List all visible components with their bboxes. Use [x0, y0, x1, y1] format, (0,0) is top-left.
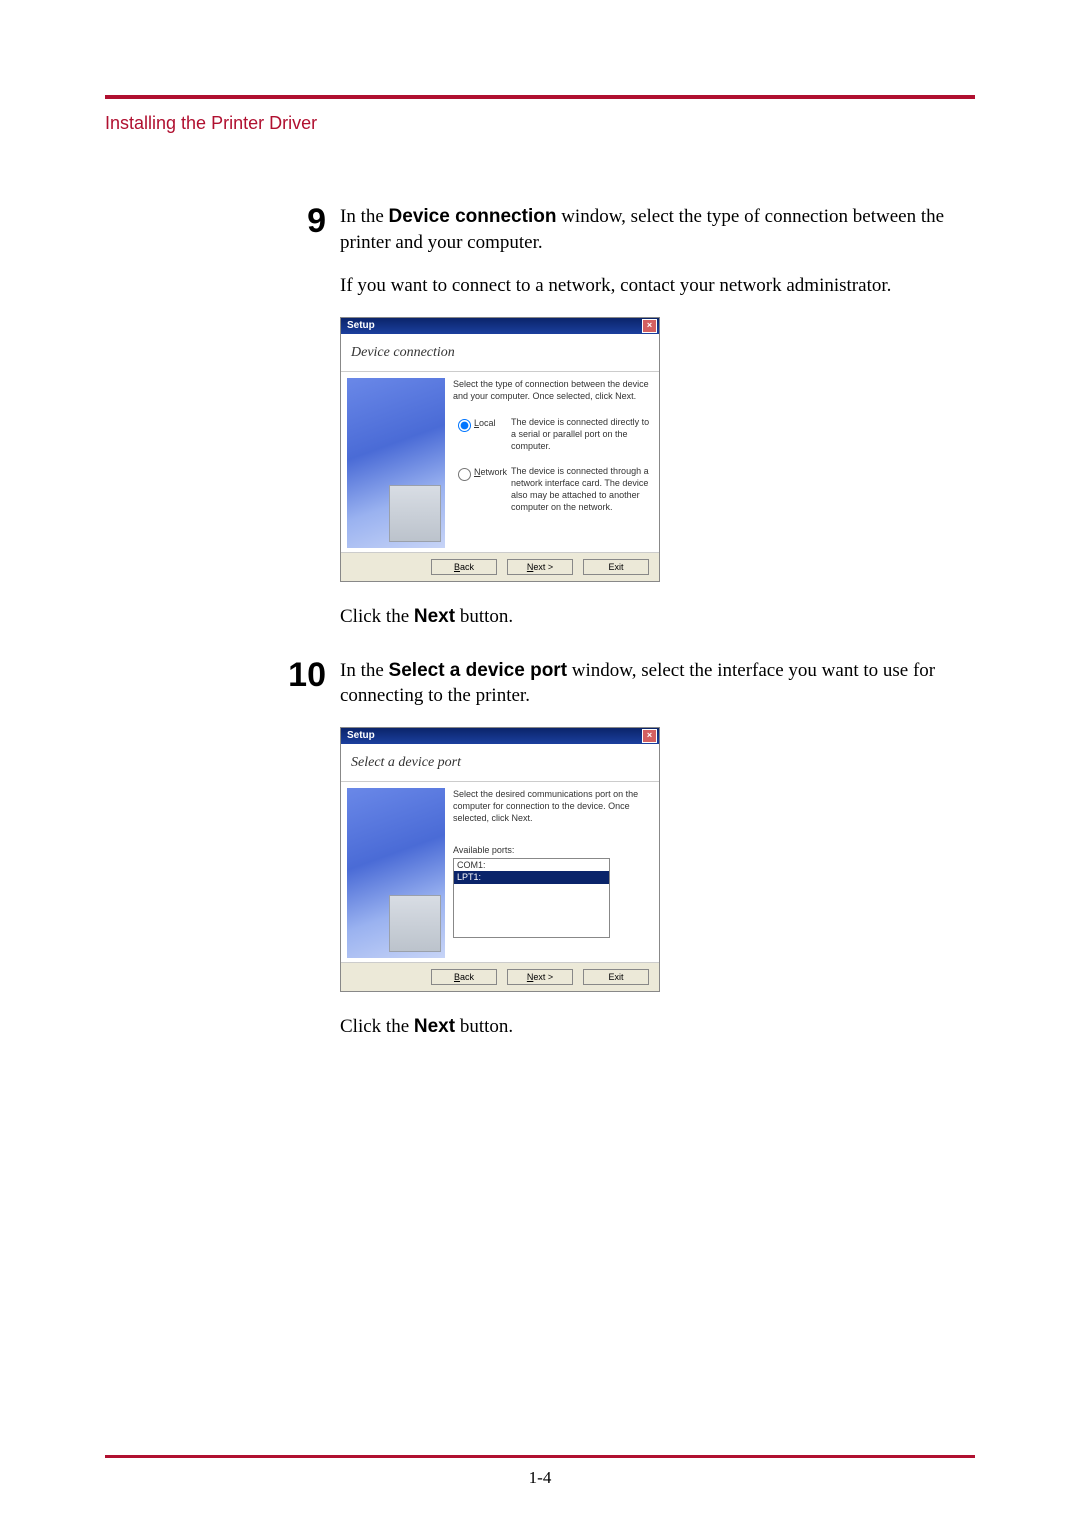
close-icon[interactable]: ×	[642, 319, 657, 333]
radio-network[interactable]: Network	[453, 467, 507, 477]
bottom-divider	[105, 1455, 975, 1458]
bold-text: Select a device port	[389, 660, 567, 681]
top-divider	[105, 95, 975, 99]
text: button.	[455, 606, 513, 627]
step-number: 10	[285, 658, 340, 692]
list-item[interactable]: LPT1:	[454, 871, 609, 883]
printer-illustration	[347, 788, 445, 958]
section-title: Installing the Printer Driver	[105, 113, 975, 134]
step-number: 9	[285, 204, 340, 238]
step-10: 10 In the Select a device port window, s…	[285, 658, 975, 1058]
step-9-text-3: Click the Next button.	[340, 604, 975, 630]
select-port-dialog: Setup × Select a device port Select the …	[340, 727, 660, 992]
text: In the	[340, 660, 389, 681]
ports-label: Available ports:	[453, 844, 651, 856]
back-button[interactable]: Back	[431, 969, 497, 985]
radio-network-input[interactable]	[458, 468, 471, 481]
content: 9 In the Device connection window, selec…	[105, 204, 975, 1455]
dialog-heading: Device connection	[341, 342, 659, 372]
bold-text: Next	[414, 1016, 455, 1037]
text: Click the	[340, 1016, 414, 1037]
text: button.	[455, 1016, 513, 1037]
dialog-heading: Select a device port	[341, 752, 659, 782]
ports-listbox[interactable]: COM1: LPT1:	[453, 858, 610, 938]
exit-button[interactable]: Exit	[583, 559, 649, 575]
back-button[interactable]: Back	[431, 559, 497, 575]
radio-local-input[interactable]	[458, 419, 471, 432]
dialog-description: Select the desired communications port o…	[453, 788, 651, 824]
text: ocal	[479, 418, 496, 428]
step-9-text-2: If you want to connect to a network, con…	[340, 273, 975, 299]
bold-text: Next	[414, 606, 455, 627]
radio-local[interactable]: Local	[453, 418, 496, 428]
text: Click the	[340, 606, 414, 627]
close-icon[interactable]: ×	[642, 729, 657, 743]
step-9: 9 In the Device connection window, selec…	[285, 204, 975, 648]
radio-local-desc: The device is connected directly to a se…	[511, 416, 651, 452]
text: etwork	[481, 467, 508, 477]
step-10-text-1: In the Select a device port window, sele…	[340, 658, 975, 709]
text: In the	[340, 206, 389, 227]
bold-text: Device connection	[389, 206, 557, 227]
dialog-description: Select the type of connection between th…	[453, 378, 651, 402]
page-number: 1-4	[105, 1468, 975, 1488]
next-button[interactable]: Next >	[507, 969, 573, 985]
next-button[interactable]: Next >	[507, 559, 573, 575]
radio-network-desc: The device is connected through a networ…	[511, 465, 651, 514]
step-9-text-1: In the Device connection window, select …	[340, 204, 975, 255]
exit-button[interactable]: Exit	[583, 969, 649, 985]
list-item[interactable]: COM1:	[454, 859, 609, 871]
dialog-title: Setup	[347, 729, 375, 743]
device-connection-dialog: Setup × Device connection Select the typ…	[340, 317, 660, 582]
dialog-title: Setup	[347, 319, 375, 333]
step-10-text-2: Click the Next button.	[340, 1014, 975, 1040]
printer-illustration	[347, 378, 445, 548]
